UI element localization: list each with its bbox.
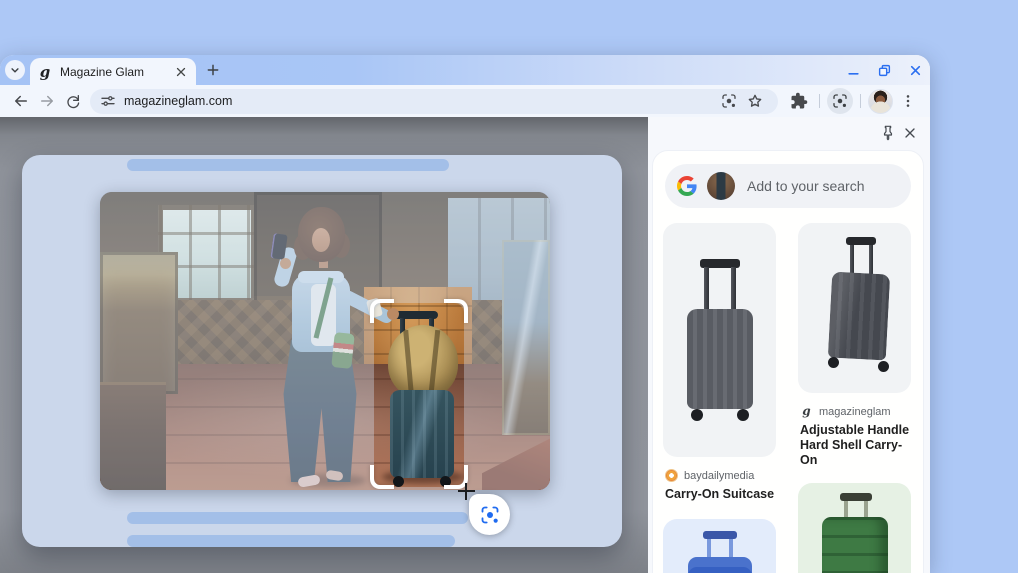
results-column-right: g magazineglam Adjustable Handle Hard Sh… xyxy=(798,223,911,573)
panel-header xyxy=(648,117,930,149)
omnibox-lens-button[interactable] xyxy=(716,88,742,114)
bookmark-star-button[interactable] xyxy=(742,88,768,114)
suitcase-body xyxy=(827,271,891,361)
minimize-button[interactable] xyxy=(847,64,860,77)
tab-search-button[interactable] xyxy=(5,60,25,80)
lens-selection-region[interactable] xyxy=(374,303,464,487)
lens-dim-overlay xyxy=(100,192,550,490)
tab-strip: g Magazine Glam xyxy=(0,55,930,85)
selected-region-thumbnail[interactable] xyxy=(707,172,735,200)
suitcase-handle xyxy=(729,539,733,557)
magazineglam-favicon-icon: g xyxy=(802,404,811,418)
lens-icon xyxy=(722,94,736,108)
close-window-button[interactable] xyxy=(909,64,922,77)
suitcase-body xyxy=(822,517,888,573)
extensions-button[interactable] xyxy=(786,88,812,114)
product-card-green-suitcase[interactable] xyxy=(798,483,911,573)
add-to-search-box[interactable]: Add to your search xyxy=(665,164,911,208)
reload-button[interactable] xyxy=(60,88,86,114)
product-card-gray-suitcase[interactable] xyxy=(663,223,776,457)
result-source[interactable]: baydailymedia xyxy=(665,469,776,482)
search-placeholder: Add to your search xyxy=(747,178,865,194)
browser-toolbar: magazineglam.com xyxy=(0,85,930,117)
suitcase-wheel xyxy=(828,357,839,368)
reload-icon xyxy=(67,95,80,109)
baydailymedia-favicon-icon xyxy=(665,469,678,482)
profile-avatar[interactable] xyxy=(868,88,893,114)
text-placeholder-bar xyxy=(127,512,468,524)
magazineglam-favicon-icon: g xyxy=(39,62,51,81)
suitcase-handle xyxy=(703,531,737,539)
tab-magazine-glam[interactable]: g Magazine Glam xyxy=(30,58,196,85)
lens-toolbar-button[interactable] xyxy=(827,88,853,114)
address-bar[interactable]: magazineglam.com xyxy=(90,88,778,114)
desktop-background: g Magazine Glam magazineglam.com Add to … xyxy=(0,0,1018,573)
three-dot-menu-icon xyxy=(906,95,910,107)
suitcase-body xyxy=(688,557,752,573)
product-card-blue-suitcase[interactable] xyxy=(663,519,776,573)
site-info-icon[interactable] xyxy=(100,93,116,109)
close-panel-button[interactable] xyxy=(902,125,918,141)
restore-button[interactable] xyxy=(878,64,891,77)
text-placeholder-bar xyxy=(127,159,449,171)
suitcase-wheel xyxy=(691,409,703,421)
tab-title: Magazine Glam xyxy=(60,64,145,79)
suitcase-wheel xyxy=(737,409,749,421)
window-controls xyxy=(847,55,922,85)
lens-search-fab[interactable] xyxy=(469,494,510,535)
suitcase-handle xyxy=(846,237,876,245)
suitcase-handle xyxy=(704,267,709,311)
lens-results-card: Add to your search baydailymedia Carry-O… xyxy=(652,150,924,573)
suitcase-handle xyxy=(707,539,711,557)
url-text: magazineglam.com xyxy=(124,94,233,108)
suitcase-handle xyxy=(850,245,854,275)
suitcase-body xyxy=(687,309,753,409)
selection-handle-top-left[interactable] xyxy=(370,299,394,323)
article-photo[interactable] xyxy=(100,192,550,490)
google-logo-icon xyxy=(677,176,697,196)
suitcase-handle xyxy=(864,501,868,517)
lens-icon xyxy=(833,94,847,108)
crosshair-cursor xyxy=(465,483,467,500)
tab-close-icon[interactable] xyxy=(174,65,188,79)
back-arrow-icon xyxy=(15,95,27,107)
extensions-puzzle-icon xyxy=(791,92,808,109)
star-icon xyxy=(748,94,762,107)
lens-side-panel: Add to your search baydailymedia Carry-O… xyxy=(648,117,930,573)
browser-window: g Magazine Glam magazineglam.com Add to … xyxy=(0,55,930,573)
result-source[interactable]: g magazineglam xyxy=(800,405,911,418)
result-title[interactable]: Carry-On Suitcase xyxy=(665,487,776,502)
product-card-dark-suitcase[interactable] xyxy=(798,223,911,393)
browser-menu-button[interactable] xyxy=(895,88,921,114)
lens-icon xyxy=(481,506,498,523)
plus-icon xyxy=(207,64,219,76)
source-name: baydailymedia xyxy=(684,469,755,482)
suitcase-handle xyxy=(869,245,873,275)
suitcase-handle xyxy=(840,493,872,501)
selection-handle-top-right[interactable] xyxy=(444,299,468,323)
source-name: magazineglam xyxy=(819,405,891,418)
suitcase-handle xyxy=(844,501,848,517)
selection-handle-bottom-left[interactable] xyxy=(370,465,394,489)
chevron-down-icon xyxy=(11,68,19,73)
forward-arrow-icon xyxy=(41,95,53,107)
pin-panel-button[interactable] xyxy=(880,125,896,141)
text-placeholder-bar xyxy=(127,535,455,547)
new-tab-button[interactable] xyxy=(204,61,222,79)
suitcase-handle xyxy=(731,267,736,311)
forward-button[interactable] xyxy=(34,88,60,114)
toolbar-separator xyxy=(819,94,820,108)
suitcase-wheel xyxy=(878,361,889,372)
back-button[interactable] xyxy=(8,88,34,114)
page-content-dimmed xyxy=(0,117,648,573)
toolbar-separator xyxy=(860,94,861,108)
results-column-left: baydailymedia Carry-On Suitcase xyxy=(663,223,776,573)
result-title[interactable]: Adjustable Handle Hard Shell Carry-On xyxy=(800,423,911,468)
